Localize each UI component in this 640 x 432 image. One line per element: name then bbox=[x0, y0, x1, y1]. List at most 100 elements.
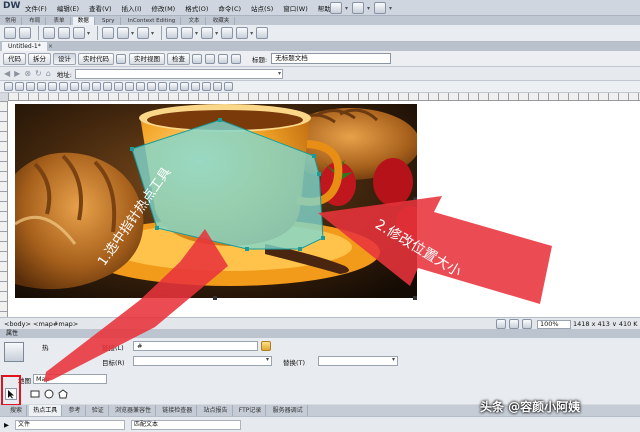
chevron-down-icon[interactable]: ▾ bbox=[278, 70, 281, 77]
rectangle-hotspot-tool-icon[interactable] bbox=[30, 389, 40, 401]
outdent-icon[interactable] bbox=[114, 82, 123, 91]
file-icon[interactable] bbox=[116, 53, 126, 64]
globe-icon[interactable] bbox=[192, 53, 202, 64]
properties-header[interactable]: 属性 bbox=[0, 329, 640, 338]
document-tab[interactable]: Untitled-1* bbox=[2, 42, 47, 51]
paragraph-icon[interactable] bbox=[26, 82, 35, 91]
code-icon[interactable] bbox=[180, 82, 189, 91]
text-bold-icon[interactable] bbox=[136, 82, 145, 91]
stop-icon[interactable]: ⊗ bbox=[24, 69, 31, 78]
heading3-icon[interactable] bbox=[59, 82, 68, 91]
xslt-icon[interactable] bbox=[256, 27, 269, 39]
forward-icon[interactable]: ▶ bbox=[14, 69, 20, 78]
select-tool-icon[interactable] bbox=[496, 319, 506, 329]
indent-icon[interactable] bbox=[103, 82, 112, 91]
live-view-button[interactable]: 实时视图 bbox=[129, 52, 165, 65]
results-tab-validation[interactable]: 验证 bbox=[88, 405, 109, 416]
site-icon[interactable] bbox=[374, 2, 387, 14]
cite-icon[interactable] bbox=[224, 82, 233, 91]
polygon-hotspot-tool-icon[interactable] bbox=[58, 389, 68, 401]
heading1-icon[interactable] bbox=[37, 82, 46, 91]
heading2-icon[interactable] bbox=[48, 82, 57, 91]
menu-file[interactable]: 文件(F) bbox=[25, 3, 47, 13]
results-tab-reference[interactable]: 参考 bbox=[65, 405, 86, 416]
code-view-button[interactable]: 代码 bbox=[3, 52, 26, 65]
acronym-icon[interactable] bbox=[169, 82, 178, 91]
emphasis-icon[interactable] bbox=[147, 82, 156, 91]
update-record-icon[interactable] bbox=[201, 27, 214, 39]
hand-tool-icon[interactable] bbox=[509, 319, 519, 329]
unordered-list-icon[interactable] bbox=[70, 82, 79, 91]
delete-record-icon[interactable] bbox=[221, 27, 234, 39]
stored-procedure-icon[interactable] bbox=[58, 27, 70, 39]
title-input[interactable]: 无标题文档 bbox=[271, 53, 392, 64]
results-tab-ftp-log[interactable]: FTP记录 bbox=[235, 405, 267, 416]
refresh-icon[interactable]: ↻ bbox=[35, 69, 42, 78]
resize-handle-corner[interactable] bbox=[413, 296, 417, 300]
zoom-select[interactable]: 100% bbox=[537, 319, 571, 329]
import-data-icon[interactable] bbox=[4, 27, 16, 39]
alt-select[interactable]: ▾ bbox=[318, 356, 398, 366]
ordered-list-icon[interactable] bbox=[81, 82, 90, 91]
play-icon[interactable]: ▶ bbox=[4, 421, 9, 429]
sample-icon[interactable] bbox=[191, 82, 200, 91]
table-icon[interactable] bbox=[19, 27, 31, 39]
map-name-input[interactable]: Map bbox=[33, 374, 107, 384]
target-label: 目标(R) bbox=[102, 359, 125, 367]
image-map-photo[interactable] bbox=[15, 104, 417, 298]
address-input[interactable]: ▾ bbox=[75, 68, 283, 79]
italic-icon[interactable] bbox=[15, 82, 24, 91]
live-code-button[interactable]: 实时代码 bbox=[78, 52, 114, 65]
menu-commands[interactable]: 命令(C) bbox=[218, 3, 241, 13]
results-tab-hotspot[interactable]: 热点工具 bbox=[29, 405, 63, 416]
paging-icon[interactable] bbox=[137, 27, 150, 39]
inspect-button[interactable]: 检查 bbox=[167, 52, 190, 65]
show-region-icon[interactable] bbox=[117, 27, 130, 39]
menu-view[interactable]: 查看(V) bbox=[89, 3, 112, 13]
window-size[interactable]: 1418 x 413 ∨ 410 K bbox=[573, 320, 638, 328]
abbreviation-icon[interactable] bbox=[158, 82, 167, 91]
variable-icon[interactable] bbox=[213, 82, 222, 91]
keyboard-icon[interactable] bbox=[202, 82, 211, 91]
menu-format[interactable]: 格式(O) bbox=[185, 3, 208, 13]
menu-window[interactable]: 窗口(W) bbox=[283, 3, 308, 13]
menu-modify[interactable]: 修改(M) bbox=[152, 3, 176, 13]
dynamic-data-icon[interactable] bbox=[73, 27, 85, 39]
link-input[interactable]: # bbox=[133, 341, 258, 351]
results-tab-site-reports[interactable]: 站点报告 bbox=[200, 405, 233, 416]
resize-handle-bottom[interactable] bbox=[213, 296, 217, 300]
circle-hotspot-tool-icon[interactable] bbox=[44, 389, 54, 401]
text-icon[interactable] bbox=[125, 82, 134, 91]
home-icon[interactable]: ⌂ bbox=[46, 69, 51, 78]
check-page-icon[interactable] bbox=[231, 53, 241, 64]
tag-selector[interactable]: <body> <map#map> bbox=[4, 320, 78, 328]
target-select[interactable]: ▾ bbox=[133, 356, 272, 366]
close-icon[interactable]: × bbox=[48, 42, 53, 51]
resize-handle-right[interactable] bbox=[413, 197, 417, 201]
user-auth-icon[interactable] bbox=[236, 27, 249, 39]
chevron-down-icon[interactable]: ▾ bbox=[266, 356, 269, 363]
extend-icon[interactable] bbox=[352, 2, 365, 14]
design-view-button[interactable]: 设计 bbox=[53, 52, 76, 65]
menu-site[interactable]: 站点(S) bbox=[251, 3, 273, 13]
results-tab-browser-compat[interactable]: 浏览器兼容性 bbox=[111, 405, 157, 416]
zoom-tool-icon[interactable] bbox=[522, 319, 532, 329]
insert-record-icon[interactable] bbox=[181, 27, 194, 39]
definition-list-icon[interactable] bbox=[92, 82, 101, 91]
repeated-region-icon[interactable] bbox=[102, 27, 115, 39]
bold-icon[interactable] bbox=[4, 82, 13, 91]
visual-aids-icon[interactable] bbox=[218, 53, 228, 64]
back-icon[interactable]: ◀ bbox=[4, 69, 10, 78]
results-tab-search[interactable]: 搜索 bbox=[6, 405, 28, 416]
layout-icon[interactable] bbox=[330, 2, 342, 14]
menu-edit[interactable]: 编辑(E) bbox=[57, 3, 79, 13]
split-view-button[interactable]: 拆分 bbox=[28, 52, 51, 65]
chevron-down-icon[interactable]: ▾ bbox=[392, 356, 395, 363]
results-tab-server-debug[interactable]: 服务器调试 bbox=[269, 405, 308, 416]
recordset-icon[interactable] bbox=[43, 27, 55, 39]
results-tab-link-checker[interactable]: 链接检查器 bbox=[158, 405, 198, 416]
menu-insert[interactable]: 插入(I) bbox=[122, 3, 142, 13]
refresh-icon[interactable] bbox=[205, 53, 215, 64]
folder-icon[interactable] bbox=[261, 341, 274, 353]
master-detail-icon[interactable] bbox=[166, 27, 179, 39]
